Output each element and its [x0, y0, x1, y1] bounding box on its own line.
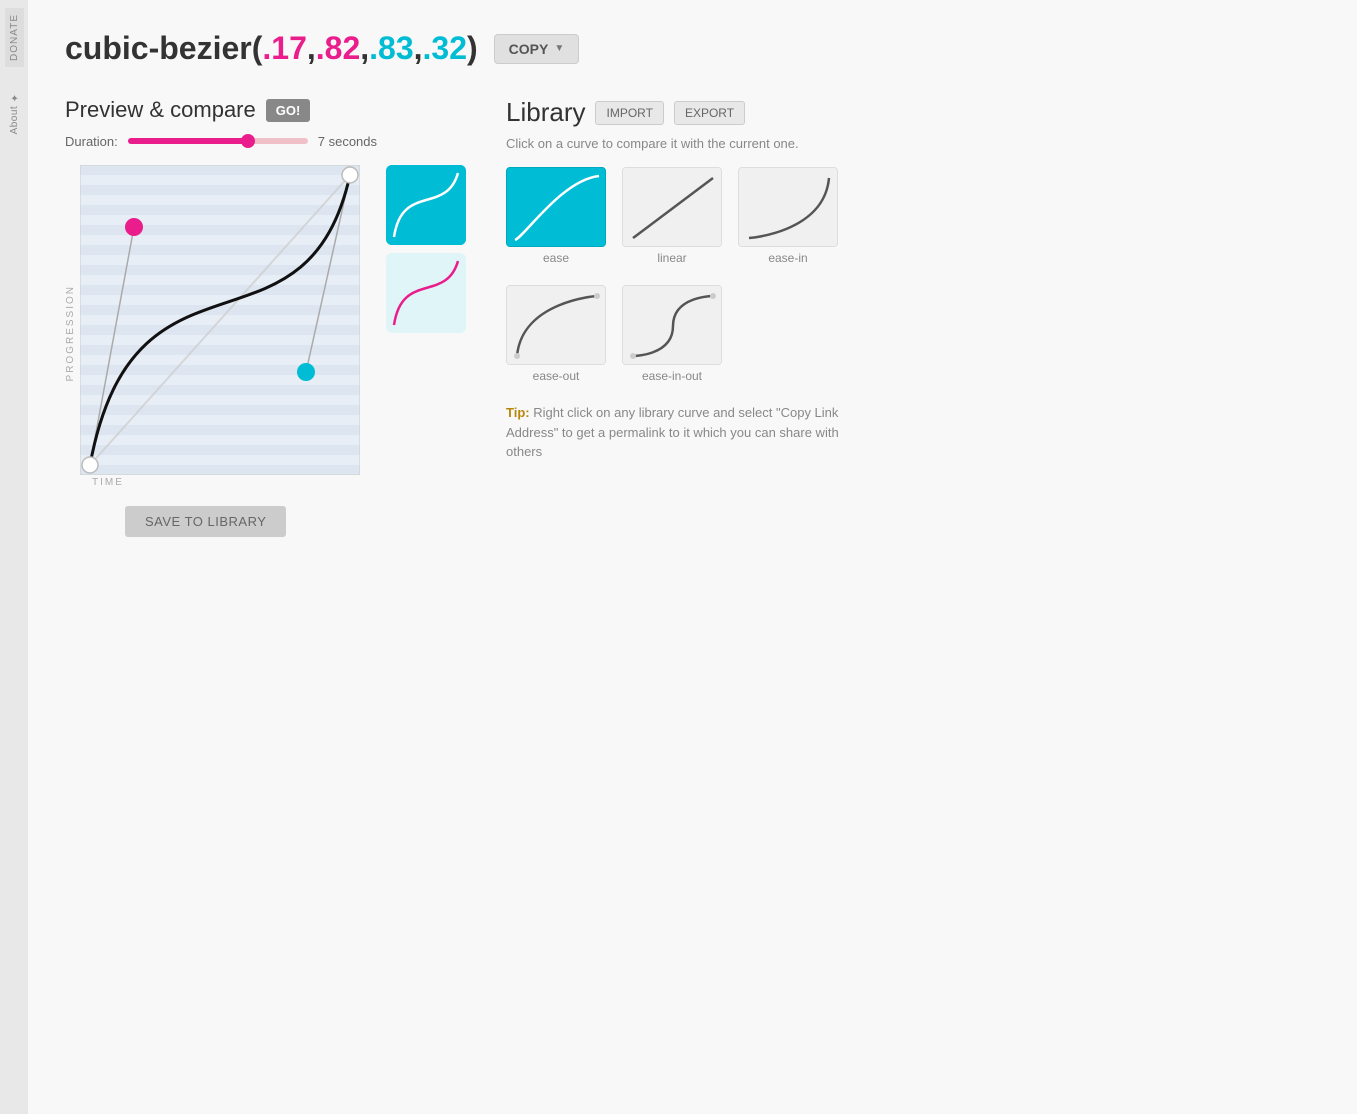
main-content: cubic-bezier(.17,.82,.83,.32) COPY ▼ Pre… — [35, 0, 1357, 557]
tip-section: Tip: Right click on any library curve an… — [506, 403, 846, 462]
bezier-formula: cubic-bezier(.17,.82,.83,.32) — [65, 30, 478, 67]
ease-in-out-curve[interactable] — [622, 285, 722, 365]
comma3: , — [414, 30, 423, 66]
title-prefix: cubic-bezier( — [65, 30, 262, 66]
ease-in-curve[interactable] — [738, 167, 838, 247]
preview-header: Preview & compare GO! — [65, 97, 377, 123]
bezier-svg[interactable] — [80, 165, 360, 475]
control-point-2[interactable] — [297, 363, 315, 381]
slider-thumb[interactable] — [241, 134, 255, 148]
ease-out-label: ease-out — [533, 369, 580, 383]
preview-thumb-inactive[interactable] — [386, 253, 466, 333]
ease-out-curve[interactable] — [506, 285, 606, 365]
slider-track — [128, 138, 308, 144]
duration-value: 7 seconds — [318, 134, 377, 149]
library-item-ease-in[interactable]: ease-in — [738, 167, 838, 265]
end-handle[interactable] — [342, 167, 358, 183]
tip-text: Right click on any library curve and sel… — [506, 405, 839, 459]
content-area: Preview & compare GO! Duration: 7 second… — [65, 97, 1327, 537]
bezier-canvas-area: PROGRESSION — [65, 165, 360, 488]
ease-curve[interactable] — [506, 167, 606, 247]
comma1: , — [307, 30, 316, 66]
title-suffix: ) — [467, 30, 478, 66]
duration-row: Duration: 7 seconds — [65, 133, 377, 149]
ease-label: ease — [543, 251, 569, 265]
ease-in-label: ease-in — [768, 251, 807, 265]
library-subtitle: Click on a curve to compare it with the … — [506, 136, 846, 151]
library-header: Library IMPORT EXPORT — [506, 97, 846, 128]
copy-label: COPY — [509, 41, 549, 57]
preview-title: Preview & compare — [65, 97, 256, 123]
control-point-1[interactable] — [125, 218, 143, 236]
library-grid-row1: ease linear — [506, 167, 846, 265]
copy-dropdown-arrow: ▼ — [554, 43, 564, 54]
start-handle[interactable] — [82, 457, 98, 473]
time-axis-label: TIME — [92, 477, 124, 488]
header: cubic-bezier(.17,.82,.83,.32) COPY ▼ — [65, 30, 1327, 67]
save-to-library-button[interactable]: SAVE TO LIBRARY — [125, 506, 286, 537]
library-item-ease-in-out[interactable]: ease-in-out — [622, 285, 722, 383]
duration-label: Duration: — [65, 134, 118, 149]
linear-label: linear — [657, 251, 686, 265]
library-panel: Library IMPORT EXPORT Click on a curve t… — [506, 97, 846, 537]
library-grid-row2: ease-out ease-in-out — [506, 285, 846, 383]
export-button[interactable]: EXPORT — [674, 101, 745, 125]
library-item-ease[interactable]: ease — [506, 167, 606, 265]
library-item-linear[interactable]: linear — [622, 167, 722, 265]
library-item-ease-out[interactable]: ease-out — [506, 285, 606, 383]
import-button[interactable]: IMPORT — [595, 101, 663, 125]
sidebar: DONATE About ✦ — [0, 0, 28, 1114]
ease-in-out-label: ease-in-out — [642, 369, 702, 383]
preview-thumb-active[interactable] — [386, 165, 466, 245]
bezier-canvas-container[interactable]: TIME — [80, 165, 360, 488]
copy-button[interactable]: COPY ▼ — [494, 34, 580, 64]
param3: .83 — [369, 30, 413, 66]
preview-section: Preview & compare GO! Duration: 7 second… — [65, 97, 377, 149]
left-panel: Preview & compare GO! Duration: 7 second… — [65, 97, 466, 537]
comma2: , — [360, 30, 369, 66]
param4: .32 — [423, 30, 467, 66]
linear-curve[interactable] — [622, 167, 722, 247]
library-title: Library — [506, 97, 585, 128]
param1: .17 — [262, 30, 306, 66]
go-button[interactable]: GO! — [266, 99, 311, 122]
param2: .82 — [316, 30, 360, 66]
duration-slider[interactable] — [128, 133, 308, 149]
about-button[interactable]: About ✦ — [9, 91, 20, 134]
progression-axis-label: PROGRESSION — [65, 285, 76, 381]
donate-button[interactable]: DONATE — [5, 8, 24, 67]
tip-bold: Tip: — [506, 405, 530, 420]
slider-fill — [128, 138, 248, 144]
